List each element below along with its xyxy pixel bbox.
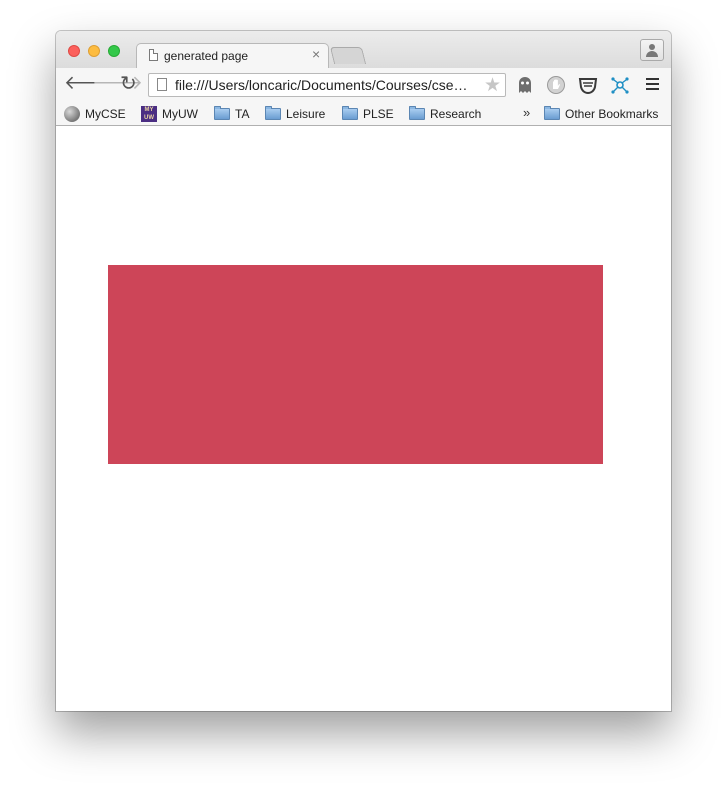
bookmark-label: MyCSE [85,107,126,121]
bookmark-label: MyUW [162,107,198,121]
title-bar: generated page × [56,31,671,69]
page-viewport [56,126,671,711]
bookmarks-bar: MyCSE MY UW MyUW TA Leisure PLSE Research… [56,102,671,126]
person-icon [649,44,655,50]
folder-icon [214,106,230,120]
folder-icon [544,106,560,120]
folder-icon [265,106,281,120]
ghost-icon[interactable] [515,75,535,95]
bookmark-label: Research [430,107,482,121]
reload-icon[interactable]: ↻ [120,74,137,94]
bookmark-label: Leisure [286,107,326,121]
mycse-icon [64,106,80,122]
url-text[interactable]: file:///Users/loncaric/Documents/Courses… [175,77,468,93]
browser-window: generated page × 🡐 🡒 ↻ file:///Users/lon… [56,31,671,711]
minimize-window-button[interactable] [88,45,100,57]
network-icon[interactable] [610,75,630,95]
document-icon [157,78,167,91]
mask-icon[interactable] [578,75,598,95]
bookmark-label: PLSE [363,107,394,121]
red-rectangle [108,265,603,464]
bookmark-label: TA [235,107,250,121]
bookmark-star-icon[interactable]: ★ [484,74,501,97]
folder-icon [342,106,358,120]
profile-button[interactable] [640,39,664,61]
close-window-button[interactable] [68,45,80,57]
myuw-icon: MY UW [141,106,157,122]
more-bookmarks-chevron-icon[interactable]: » [523,105,530,120]
folder-icon [409,106,425,120]
tab-generated-page[interactable]: generated page × [136,43,329,69]
bookmark-label: Other Bookmarks [565,107,659,121]
person-icon-body [646,51,658,57]
shield-icon[interactable] [546,75,566,95]
close-tab-icon[interactable]: × [312,47,320,61]
menu-hamburger-icon[interactable] [646,78,659,92]
tab-title: generated page [164,49,249,63]
zoom-window-button[interactable] [108,45,120,57]
document-icon [149,49,158,61]
new-tab-button[interactable] [329,47,367,64]
toolbar: 🡐 🡒 ↻ file:///Users/loncaric/Documents/C… [56,68,671,102]
address-bar[interactable]: file:///Users/loncaric/Documents/Courses… [148,73,506,97]
